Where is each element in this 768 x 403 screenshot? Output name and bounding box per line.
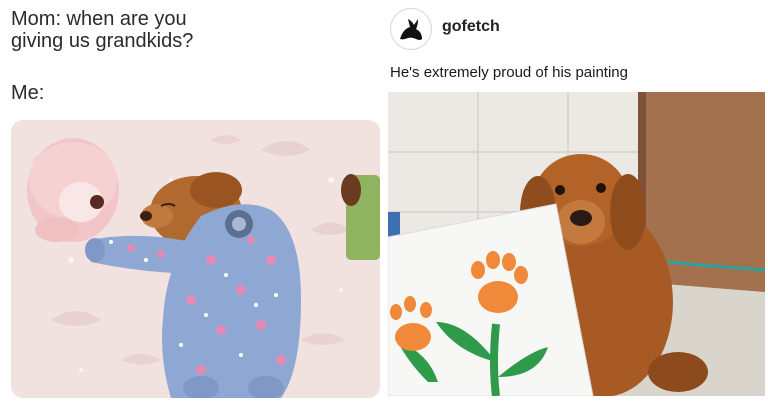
meme-caption-line2: giving us grandkids? [11, 30, 194, 52]
meme-panel: Mom: when are you giving us grandkids? M… [0, 0, 384, 403]
dog-silhouette-icon [400, 19, 422, 40]
post-caption: He's extremely proud of his painting [390, 64, 628, 81]
meme-caption-me: Me: [11, 82, 45, 104]
puppy-in-pajamas-photo [11, 120, 380, 398]
social-post-panel: gofetch He's extremely proud of his pain… [384, 0, 768, 403]
profile-avatar[interactable] [390, 8, 432, 50]
post-username[interactable]: gofetch [442, 18, 500, 36]
meme-caption-line1: Mom: when are you [11, 8, 187, 30]
dog-with-paw-painting-photo [388, 92, 765, 396]
